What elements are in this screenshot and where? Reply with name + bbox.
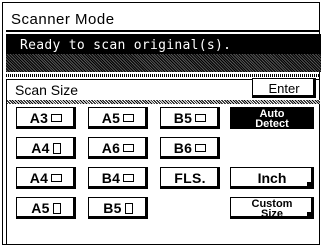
status-hatch [6, 54, 321, 72]
panel-label: Scan Size [15, 82, 79, 98]
size-fls-button[interactable]: FLS. [160, 167, 220, 189]
landscape-paper-icon [51, 114, 63, 122]
landscape-paper-icon [123, 174, 135, 182]
custom-size-button[interactable]: Custom Size [230, 197, 314, 220]
scan-size-panel: Scan Size [6, 79, 320, 245]
size-a6-landscape-button[interactable]: A6 [88, 137, 148, 159]
size-label: A4 [31, 140, 50, 156]
inch-button[interactable]: Inch [230, 167, 314, 189]
size-a5-landscape-button[interactable]: A5 [88, 107, 148, 129]
landscape-paper-icon [123, 144, 135, 152]
size-a3-landscape-button[interactable]: A3 [16, 107, 76, 129]
size-label: A3 [29, 110, 49, 126]
size-b5-portrait-button[interactable]: B5 [88, 197, 148, 219]
portrait-paper-icon [52, 142, 61, 154]
section-divider [6, 74, 319, 77]
size-a5-portrait-button[interactable]: A5 [16, 197, 76, 219]
enter-button[interactable]: Enter [252, 78, 316, 98]
size-label: A6 [101, 140, 121, 156]
size-a4-portrait-button[interactable]: A4 [16, 137, 76, 159]
size-b6-landscape-button[interactable]: B6 [160, 137, 220, 159]
size-label: A5 [31, 200, 50, 216]
landscape-paper-icon [195, 114, 207, 122]
size-b5-landscape-button[interactable]: B5 [160, 107, 220, 129]
landscape-paper-icon [195, 144, 207, 152]
portrait-paper-icon [124, 202, 133, 214]
size-label: B5 [173, 110, 193, 126]
size-label: FLS. [174, 170, 206, 186]
size-b4-landscape-button[interactable]: B4 [88, 167, 148, 189]
title-divider [6, 30, 319, 32]
landscape-paper-icon [123, 114, 135, 122]
size-label: A5 [101, 110, 121, 126]
corner-notch-icon [307, 212, 312, 217]
status-bar: Ready to scan original(s). [6, 34, 321, 72]
corner-notch-icon [307, 182, 312, 187]
panel-hatch [7, 100, 320, 104]
status-message: Ready to scan original(s). [20, 38, 232, 53]
auto-detect-button[interactable]: Auto Detect [230, 107, 314, 130]
window-title: Scanner Mode [11, 11, 115, 28]
landscape-paper-icon [51, 174, 63, 182]
size-label: A4 [29, 170, 49, 186]
portrait-paper-icon [52, 202, 61, 214]
size-a4-landscape-button[interactable]: A4 [16, 167, 76, 189]
size-label: B4 [101, 170, 121, 186]
custom-size-label-line2: Size [260, 208, 283, 220]
size-label: B6 [173, 140, 193, 156]
inch-label: Inch [257, 170, 287, 186]
auto-detect-label-line2: Detect [255, 118, 289, 130]
size-label: B5 [103, 200, 122, 216]
